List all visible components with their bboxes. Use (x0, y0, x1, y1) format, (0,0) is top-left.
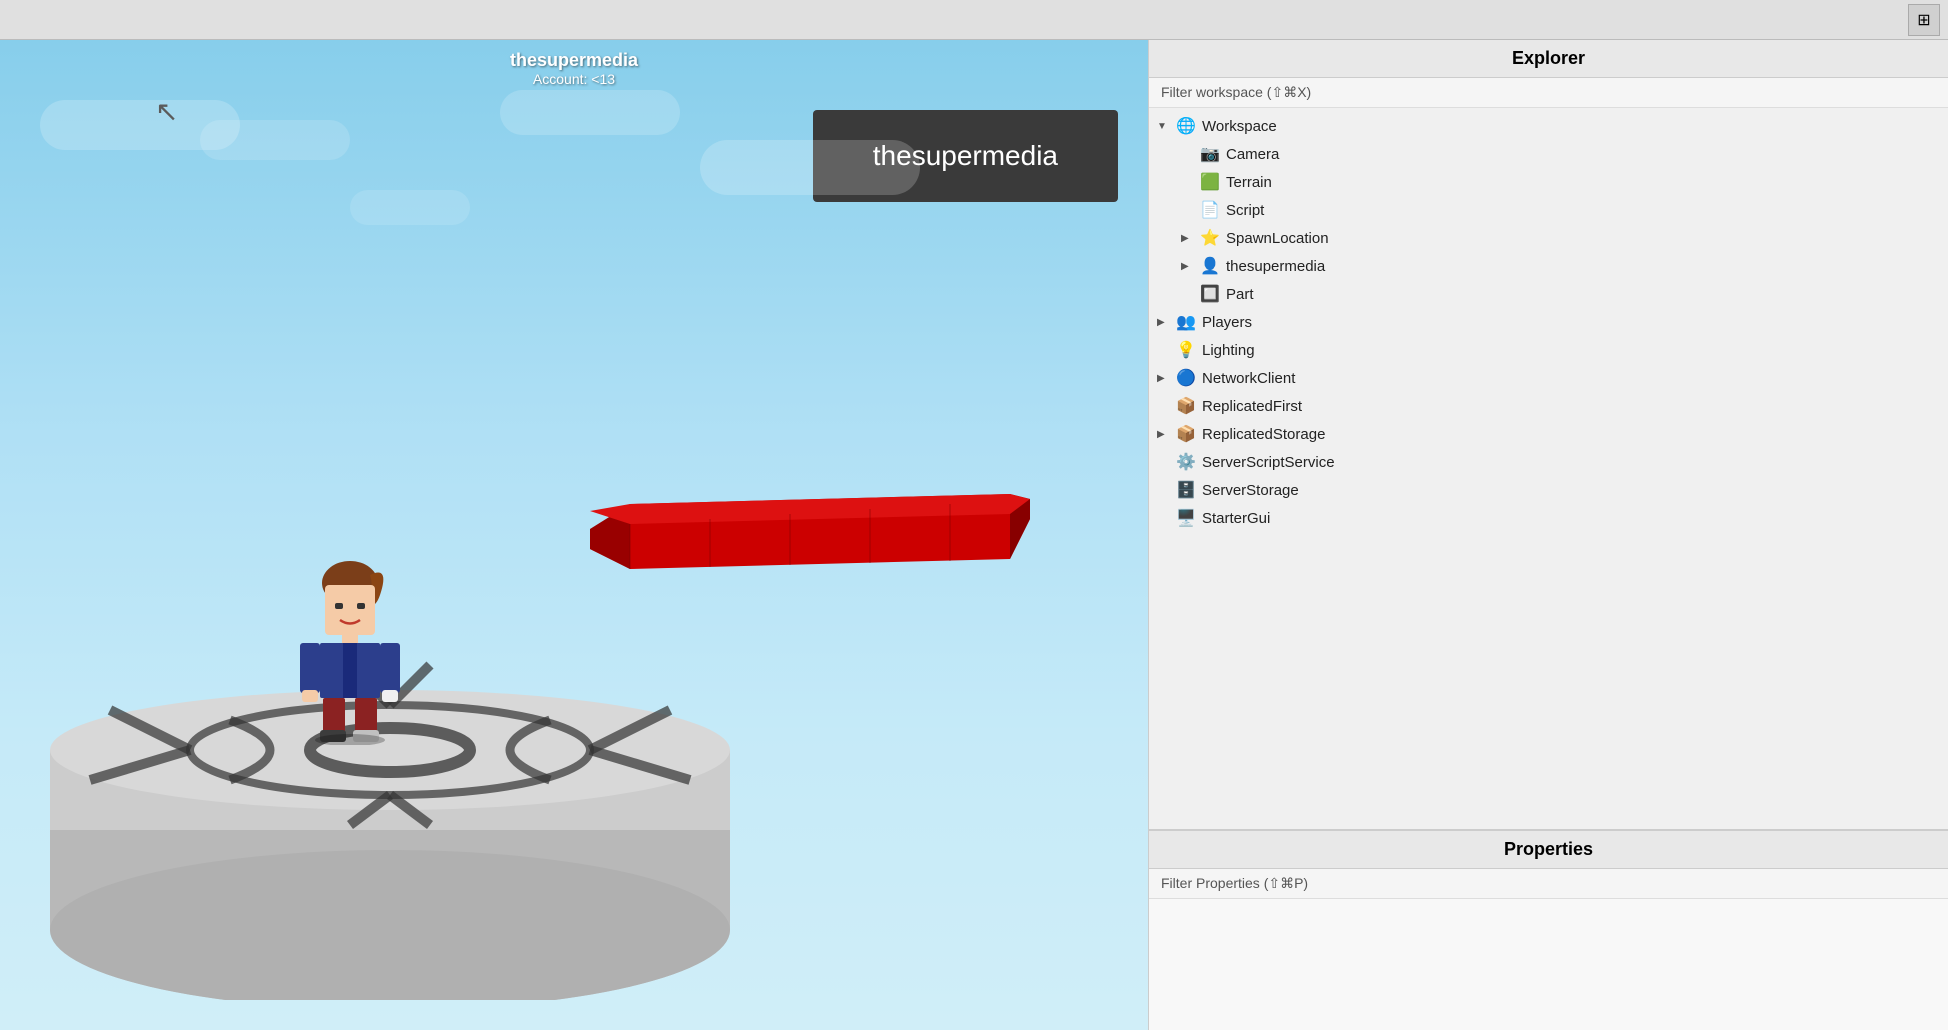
tree-icon-spawnlocation: ⭐ (1199, 227, 1221, 249)
cloud-3 (500, 90, 680, 135)
explorer-section: Explorer Filter workspace (⇧⌘X) ▼🌐 Worksp… (1149, 40, 1948, 830)
tree-item-replicatedfirst[interactable]: 📦 ReplicatedFirst (1149, 392, 1948, 420)
viewport[interactable]: thesupermedia Account: <13 thesupermedia… (0, 40, 1148, 1030)
properties-content (1149, 899, 1948, 1030)
tree-icon-serverscriptservice: ⚙️ (1175, 451, 1197, 473)
top-bar: ⊞ (0, 0, 1948, 40)
tree-view[interactable]: ▼🌐Workspace📷Camera🟩Terrain📄Script▶⭐Spawn… (1149, 108, 1948, 829)
character-svg (295, 555, 405, 745)
tree-icon-players: 👥 (1175, 311, 1197, 333)
tree-label-serverstorage: ServerStorage (1202, 482, 1299, 499)
tree-icon-replicatedfirst: 📦 (1175, 395, 1197, 417)
tree-icon-replicatedstorage: 📦 (1175, 423, 1197, 445)
tree-label-spawnlocation: SpawnLocation (1226, 230, 1329, 247)
user-info-overlay: thesupermedia Account: <13 (510, 50, 638, 87)
tree-item-camera[interactable]: 📷 Camera (1149, 140, 1948, 168)
window-icon-symbol: ⊞ (1917, 10, 1930, 30)
tree-label-thesupermedia: thesupermedia (1226, 258, 1325, 275)
overlay-username: thesupermedia (510, 50, 638, 71)
tree-arrow-spawnlocation[interactable]: ▶ (1181, 233, 1199, 244)
tree-icon-serverstorage: 🗄️ (1175, 479, 1197, 501)
cloud-4 (700, 140, 920, 195)
tree-label-camera: Camera (1226, 146, 1279, 163)
tree-item-players[interactable]: ▶👥 Players (1149, 308, 1948, 336)
tree-item-script[interactable]: 📄 Script (1149, 196, 1948, 224)
tree-arrow-workspace[interactable]: ▼ (1157, 121, 1175, 132)
tree-item-thesupermedia[interactable]: ▶👤 thesupermedia (1149, 252, 1948, 280)
tree-arrow-players[interactable]: ▶ (1157, 317, 1175, 328)
properties-header: Properties (1149, 831, 1948, 869)
tree-icon-thesupermedia: 👤 (1199, 255, 1221, 277)
tree-icon-startergui: 🖥️ (1175, 507, 1197, 529)
filter-properties-input[interactable]: Filter Properties (⇧⌘P) (1149, 869, 1948, 899)
tree-icon-script: 📄 (1199, 199, 1221, 221)
tree-icon-workspace: 🌐 (1175, 115, 1197, 137)
tree-icon-networkclient: 🔵 (1175, 367, 1197, 389)
tree-icon-terrain: 🟩 (1199, 171, 1221, 193)
main-content: thesupermedia Account: <13 thesupermedia… (0, 40, 1948, 1030)
tree-label-serverscriptservice: ServerScriptService (1202, 454, 1335, 471)
tree-item-terrain[interactable]: 🟩 Terrain (1149, 168, 1948, 196)
tree-icon-part: 🔲 (1199, 283, 1221, 305)
tree-item-serverscriptservice[interactable]: ⚙️ ServerScriptService (1149, 448, 1948, 476)
tree-item-part[interactable]: 🔲 Part (1149, 280, 1948, 308)
tree-item-startergui[interactable]: 🖥️ StarterGui (1149, 504, 1948, 532)
tree-label-workspace: Workspace (1202, 118, 1277, 135)
tree-label-lighting: Lighting (1202, 342, 1255, 359)
red-platform-wrapper (590, 489, 1030, 574)
explorer-header: Explorer (1149, 40, 1948, 78)
tree-arrow-thesupermedia[interactable]: ▶ (1181, 261, 1199, 272)
tree-label-startergui: StarterGui (1202, 510, 1270, 527)
tree-item-workspace[interactable]: ▼🌐 Workspace (1149, 112, 1948, 140)
properties-section: Properties Filter Properties (⇧⌘P) (1149, 830, 1948, 1030)
tree-icon-camera: 📷 (1199, 143, 1221, 165)
tree-icon-lighting: 💡 (1175, 339, 1197, 361)
overlay-account: Account: <13 (510, 71, 638, 87)
tree-label-networkclient: NetworkClient (1202, 370, 1295, 387)
filter-workspace-input[interactable]: Filter workspace (⇧⌘X) (1149, 78, 1948, 108)
tree-label-part: Part (1226, 286, 1254, 303)
tree-item-lighting[interactable]: 💡 Lighting (1149, 336, 1948, 364)
tree-item-replicatedstorage[interactable]: ▶📦 ReplicatedStorage (1149, 420, 1948, 448)
right-panel: Explorer Filter workspace (⇧⌘X) ▼🌐 Worksp… (1148, 40, 1948, 1030)
window-icon[interactable]: ⊞ (1908, 4, 1940, 36)
tree-item-serverstorage[interactable]: 🗄️ ServerStorage (1149, 476, 1948, 504)
tree-arrow-networkclient[interactable]: ▶ (1157, 373, 1175, 384)
tree-label-replicatedfirst: ReplicatedFirst (1202, 398, 1302, 415)
tree-item-networkclient[interactable]: ▶🔵 NetworkClient (1149, 364, 1948, 392)
tree-arrow-replicatedstorage[interactable]: ▶ (1157, 429, 1175, 440)
tree-item-spawnlocation[interactable]: ▶⭐ SpawnLocation (1149, 224, 1948, 252)
tree-label-players: Players (1202, 314, 1252, 331)
cloud-2 (200, 120, 350, 160)
character (295, 555, 405, 745)
scene-container (0, 189, 1148, 1030)
tree-label-script: Script (1226, 202, 1264, 219)
tree-label-terrain: Terrain (1226, 174, 1272, 191)
tree-label-replicatedstorage: ReplicatedStorage (1202, 426, 1325, 443)
red-platform-svg (590, 489, 1030, 574)
